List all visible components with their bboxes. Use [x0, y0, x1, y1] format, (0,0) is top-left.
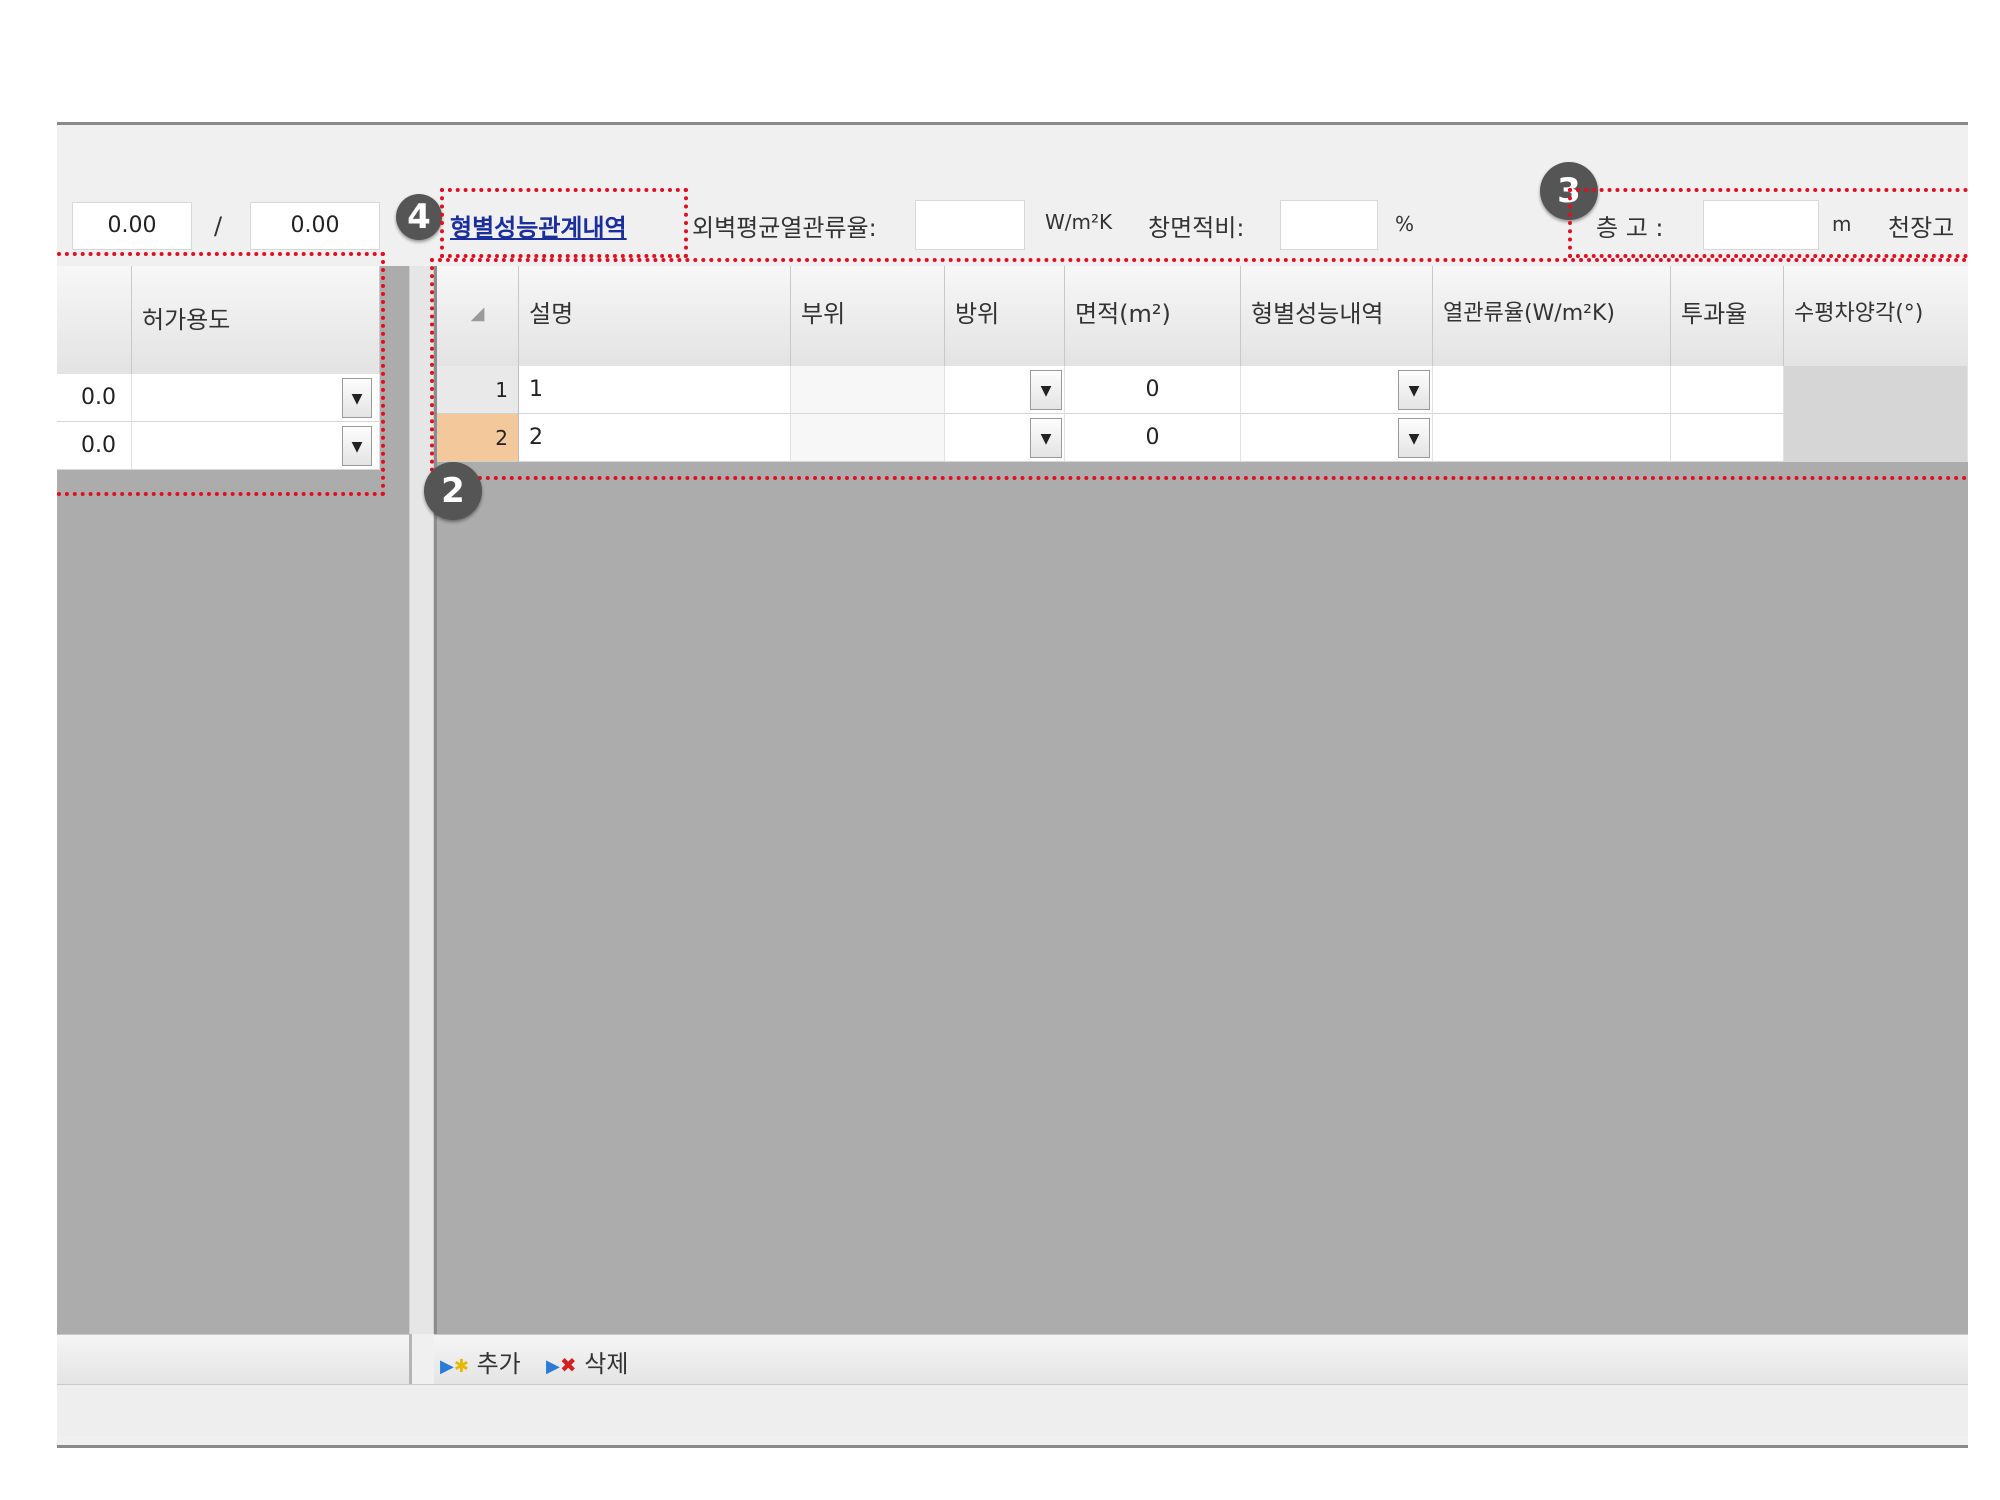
floor-height-unit: m [1832, 212, 1852, 236]
window-ratio-field[interactable] [1280, 200, 1378, 250]
annotation-box-left-grid [57, 252, 385, 496]
annotation-box-main-grid [430, 258, 1968, 480]
add-star-icon: ✱ [453, 1356, 469, 1377]
avg-u-unit: W/m²K [1045, 210, 1113, 234]
delete-x-icon: ✖ [559, 1353, 577, 1377]
floor-height-label: 층 고 : [1596, 214, 1664, 242]
main-footer-bar [434, 1334, 1968, 1384]
value-b-field[interactable]: 0.00 [250, 202, 380, 250]
floor-height-field[interactable] [1703, 200, 1819, 250]
annotation-badge-2: 2 [424, 462, 482, 520]
window-ratio-label: 창면적비: [1148, 214, 1245, 242]
ceiling-height-label: 천장고 [1888, 214, 1955, 242]
add-row-icon: ▶ [440, 1356, 454, 1377]
footer-divider [409, 1334, 412, 1384]
window-ratio-unit: % [1395, 212, 1415, 236]
delete-button[interactable]: ▶✖ 삭제 [546, 1344, 628, 1378]
annotation-badge-4: 4 [396, 194, 442, 240]
left-footer-bar [57, 1334, 409, 1384]
avg-u-label: 외벽평균열관류율: [692, 214, 877, 242]
add-button[interactable]: ▶✱ 추가 [440, 1344, 521, 1378]
value-a-field[interactable]: 0.00 [72, 202, 192, 250]
delete-button-label: 삭제 [584, 1350, 629, 1378]
delete-row-icon: ▶ [546, 1356, 560, 1377]
status-bar [57, 1384, 1968, 1436]
add-button-label: 추가 [476, 1350, 521, 1378]
value-separator: / [214, 212, 223, 240]
performance-relation-link[interactable]: 형별성능관계내역 [450, 208, 627, 243]
avg-u-field[interactable] [915, 200, 1025, 250]
